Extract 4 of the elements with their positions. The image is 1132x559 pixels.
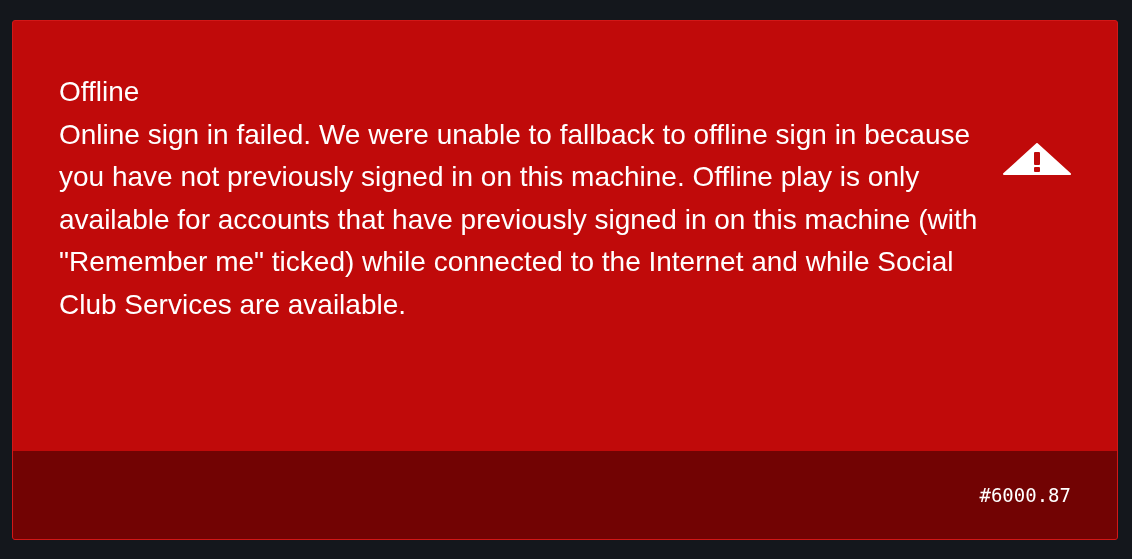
error-code: #6000.87 [979,484,1071,506]
warning-icon [1003,143,1071,175]
error-title: Offline [59,75,141,109]
error-message: Online sign in failed. We were unable to fallback to offline sign in because you have not previously signed in on this machine. Offline play is only available for accounts that have previously signed in on this machine (with "Remember me" ticked) while connected to the Internet and while Social Club Services are available. [59,117,979,322]
